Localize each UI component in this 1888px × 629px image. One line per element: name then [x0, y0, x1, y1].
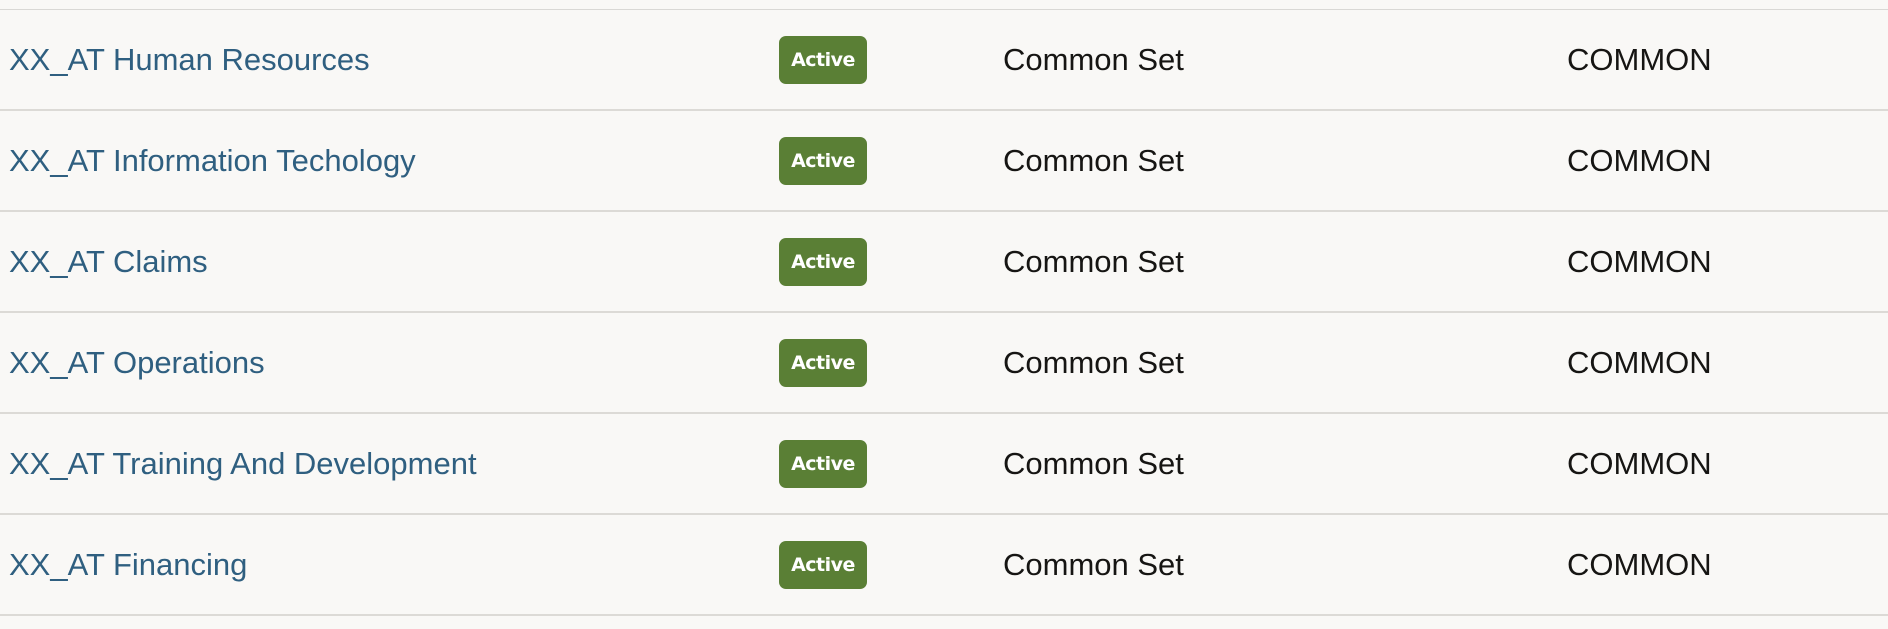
record-name-link[interactable]: XX_AT Human Resources	[9, 42, 370, 78]
status-badge: Active	[779, 439, 867, 488]
status-cell: Active	[779, 515, 867, 614]
status-badge: Active	[779, 338, 867, 387]
name-cell: XX_AT Financing	[9, 515, 247, 614]
code-cell: COMMON	[1567, 546, 1712, 582]
record-name-link[interactable]: XX_AT Claims	[9, 244, 208, 280]
record-name-link[interactable]: XX_AT Information Techology	[9, 143, 416, 179]
status-badge: Active	[779, 540, 867, 589]
results-table: XX_AT Human Resources Active Common Set …	[0, 9, 1888, 616]
status-cell: Active	[779, 313, 867, 412]
status-badge: Active	[779, 35, 867, 84]
set-cell: Common Set	[1003, 546, 1184, 582]
name-cell: XX_AT Training And Development	[9, 414, 477, 513]
table-row: XX_AT Claims Active Common Set COMMON	[0, 212, 1888, 313]
status-cell: Active	[779, 10, 867, 109]
status-badge: Active	[779, 237, 867, 286]
name-cell: XX_AT Human Resources	[9, 10, 370, 109]
status-cell: Active	[779, 414, 867, 513]
status-cell: Active	[779, 212, 867, 311]
set-cell: Common Set	[1003, 142, 1184, 178]
table-row: XX_AT Financing Active Common Set COMMON	[0, 515, 1888, 616]
table-row: XX_AT Operations Active Common Set COMMO…	[0, 313, 1888, 414]
name-cell: XX_AT Operations	[9, 313, 265, 412]
name-cell: XX_AT Claims	[9, 212, 208, 311]
table-row: XX_AT Information Techology Active Commo…	[0, 111, 1888, 212]
code-cell: COMMON	[1567, 142, 1712, 178]
table-row: XX_AT Human Resources Active Common Set …	[0, 10, 1888, 111]
set-cell: Common Set	[1003, 243, 1184, 279]
code-cell: COMMON	[1567, 344, 1712, 380]
set-cell: Common Set	[1003, 445, 1184, 481]
code-cell: COMMON	[1567, 445, 1712, 481]
code-cell: COMMON	[1567, 243, 1712, 279]
code-cell: COMMON	[1567, 41, 1712, 77]
status-cell: Active	[779, 111, 867, 210]
record-name-link[interactable]: XX_AT Training And Development	[9, 446, 477, 482]
status-badge: Active	[779, 136, 867, 185]
table-row: XX_AT Training And Development Active Co…	[0, 414, 1888, 515]
set-cell: Common Set	[1003, 41, 1184, 77]
name-cell: XX_AT Information Techology	[9, 111, 416, 210]
record-name-link[interactable]: XX_AT Financing	[9, 547, 247, 583]
record-name-link[interactable]: XX_AT Operations	[9, 345, 265, 381]
set-cell: Common Set	[1003, 344, 1184, 380]
